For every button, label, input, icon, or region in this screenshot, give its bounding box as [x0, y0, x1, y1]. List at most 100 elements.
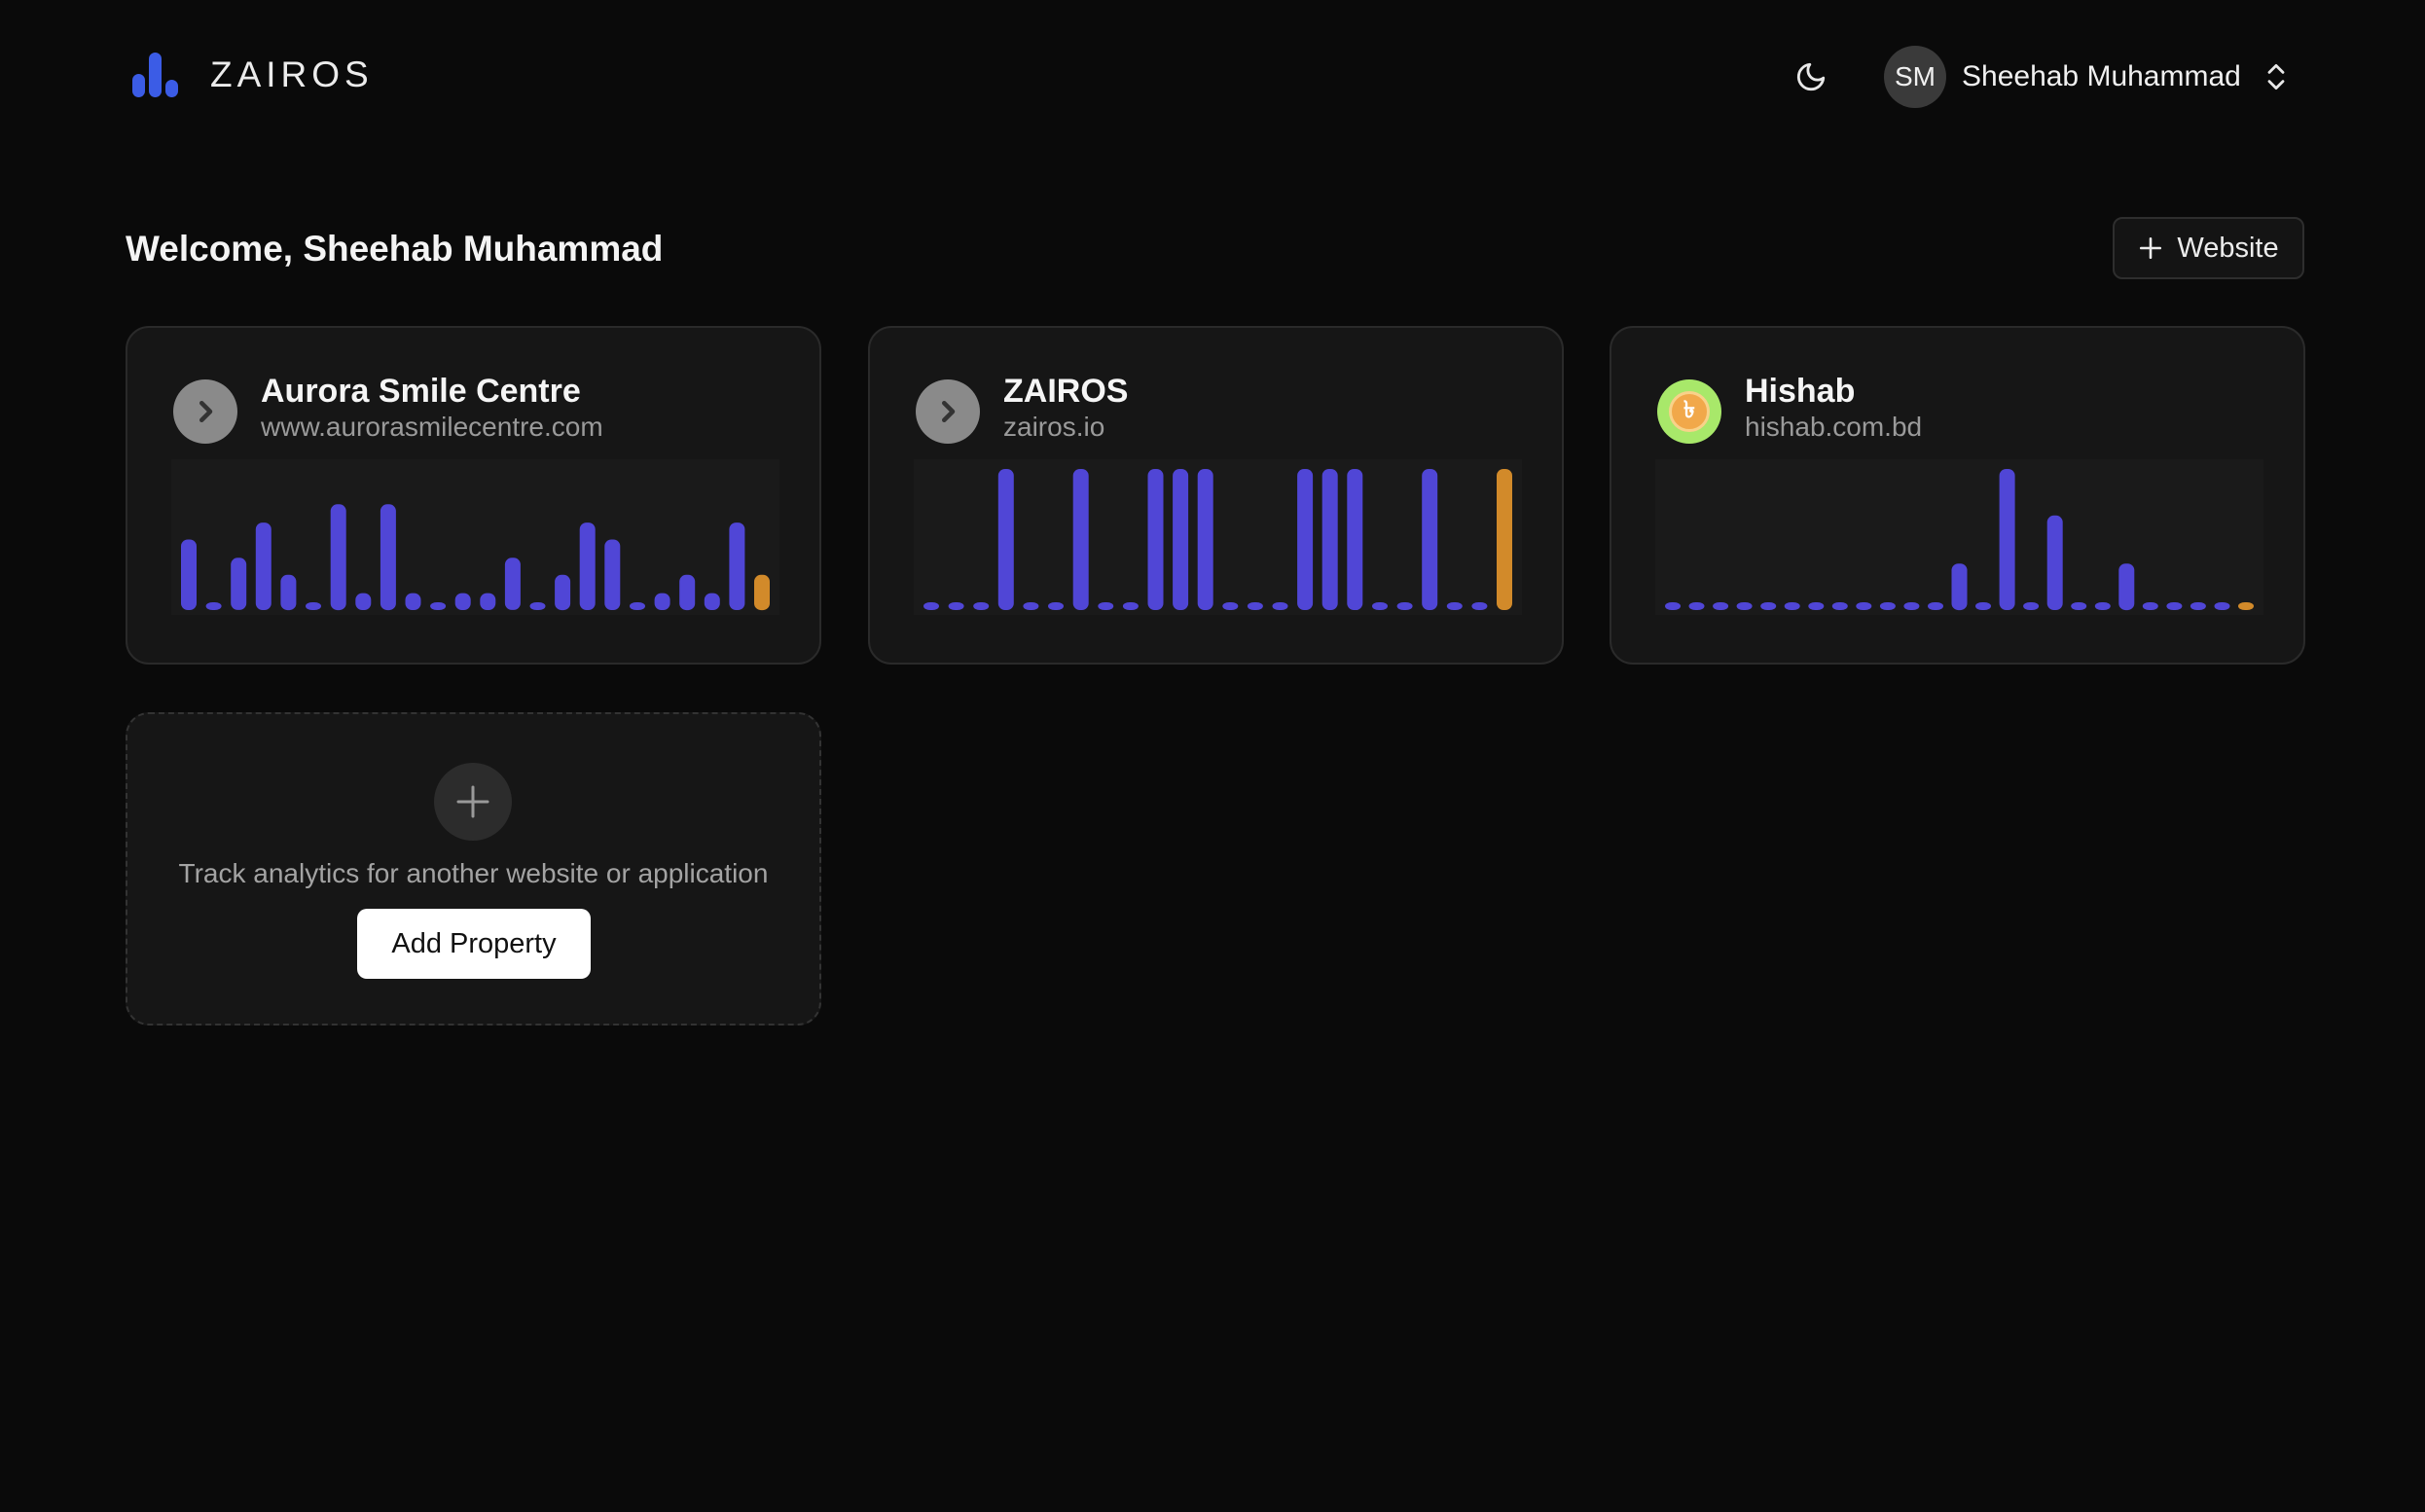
chart-bar[interactable] [2214, 602, 2230, 610]
user-menu[interactable]: SM Sheehab Muhammad [1884, 45, 2290, 109]
chart-bar[interactable] [1760, 602, 1777, 610]
chevron-right-icon [942, 401, 956, 422]
add-property-card: Track analytics for another website or a… [126, 712, 821, 1026]
chart-bar[interactable] [923, 602, 939, 610]
chart-bar[interactable] [1808, 602, 1825, 610]
chart-bar[interactable] [1422, 469, 1438, 610]
chart-bar[interactable] [1197, 469, 1213, 610]
chart-bar[interactable] [280, 574, 297, 611]
chart-bar[interactable] [579, 522, 596, 610]
add-property-button[interactable]: Add Property [357, 909, 591, 979]
chart-bar[interactable] [2142, 602, 2158, 610]
chart-bar[interactable] [1372, 602, 1388, 610]
chart-bar[interactable] [1098, 602, 1114, 610]
add-website-label: Website [2177, 232, 2279, 264]
chart-bar[interactable] [405, 593, 421, 610]
chart-bar[interactable] [480, 593, 496, 610]
chevrons-up-down-icon [2267, 63, 2285, 90]
chart-bar[interactable] [1446, 602, 1463, 610]
chart-bar[interactable] [997, 469, 1014, 610]
chart-bar[interactable] [973, 602, 990, 610]
property-name: Aurora Smile Centre [261, 373, 581, 410]
plus-icon [456, 785, 489, 818]
chart-bar[interactable] [1347, 469, 1363, 610]
top-header: ZAIROS SM Sheehab Muhammad [0, 0, 2425, 156]
property-domain: www.aurorasmilecentre.com [261, 412, 603, 442]
chart-bar[interactable] [330, 504, 346, 611]
chart-bar[interactable] [1784, 602, 1800, 610]
chart-bar[interactable] [1321, 469, 1338, 610]
chart-bar[interactable] [1247, 602, 1263, 610]
chart-bar[interactable] [255, 522, 271, 610]
chart-bar[interactable] [205, 602, 222, 610]
chart-bar[interactable] [1688, 602, 1705, 610]
moon-icon [1796, 62, 1826, 91]
chart-bar[interactable] [1297, 469, 1314, 610]
plus-icon [2140, 236, 2162, 260]
chart-bar[interactable] [630, 602, 645, 610]
chart-bar[interactable] [181, 539, 197, 611]
chart-bar[interactable] [2118, 563, 2135, 611]
chart-bar[interactable] [430, 602, 447, 610]
coin-icon: ৳ [1669, 391, 1710, 432]
add-circle[interactable] [434, 763, 512, 841]
chart-bar[interactable] [355, 593, 372, 610]
property-name: Hishab [1745, 373, 1856, 410]
favicon: ৳ [1657, 379, 1721, 444]
chart-bar-current[interactable] [2238, 602, 2254, 610]
property-card-zairos[interactable]: ZAIROS zairos.io [868, 326, 1564, 665]
chart-bar[interactable] [1856, 602, 1872, 610]
chart-bar[interactable] [1072, 469, 1089, 610]
property-card-hishab[interactable]: ৳ Hishab hishab.com.bd [1610, 326, 2305, 665]
chart-bar[interactable] [948, 602, 964, 610]
favicon [173, 379, 237, 444]
chart-bar[interactable] [1023, 602, 1039, 610]
chart-bar-current[interactable] [754, 574, 770, 611]
chart-bar[interactable] [1173, 469, 1189, 610]
chart-bar[interactable] [1951, 563, 1968, 611]
chart-bar[interactable] [306, 602, 321, 610]
chart-bar[interactable] [529, 602, 546, 610]
chart-bar[interactable] [1903, 602, 1920, 610]
chart-bar[interactable] [2094, 602, 2111, 610]
chart-bar[interactable] [1736, 602, 1753, 610]
chart-bar[interactable] [2046, 515, 2063, 610]
chart-bar[interactable] [1999, 469, 2015, 610]
avatar: SM [1884, 46, 1946, 108]
property-name: ZAIROS [1003, 373, 1129, 410]
chart-bar[interactable] [679, 574, 696, 611]
chart-bar[interactable] [1048, 602, 1064, 610]
property-card-aurora[interactable]: Aurora Smile Centre www.aurorasmilecentr… [126, 326, 821, 665]
chart-bar[interactable] [2190, 602, 2206, 610]
chart-bar[interactable] [654, 593, 670, 610]
property-domain: zairos.io [1003, 412, 1105, 442]
chart-bar[interactable] [555, 574, 571, 611]
chart-bar[interactable] [1713, 602, 1729, 610]
add-website-button[interactable]: Website [2113, 217, 2304, 279]
chart-bar[interactable] [454, 593, 471, 610]
chart-bar[interactable] [1272, 602, 1288, 610]
chart-bar[interactable] [1471, 602, 1488, 610]
chart-bar[interactable] [1222, 602, 1239, 610]
chart-bar-current[interactable] [1497, 469, 1512, 610]
chart-bar[interactable] [2166, 602, 2183, 610]
brand-name[interactable]: ZAIROS [210, 54, 374, 95]
chart-bar[interactable] [1665, 602, 1681, 610]
chart-bar[interactable] [2071, 602, 2087, 610]
chart-bar[interactable] [1831, 602, 1848, 610]
chart-bar[interactable] [1122, 602, 1139, 610]
theme-toggle-button[interactable] [1789, 54, 1833, 99]
chart-bar[interactable] [1879, 602, 1896, 610]
chart-bar[interactable] [729, 522, 745, 610]
chart-bar[interactable] [380, 504, 396, 611]
chart-bar[interactable] [504, 558, 521, 610]
chart-bar[interactable] [1928, 602, 1943, 610]
chart-bar[interactable] [604, 539, 621, 611]
chart-bar[interactable] [704, 593, 720, 610]
chart-bar[interactable] [1396, 602, 1413, 610]
chart-bar[interactable] [231, 558, 247, 610]
chart-bar[interactable] [1975, 602, 1991, 610]
chart-bar[interactable] [1147, 469, 1164, 610]
logo-icon[interactable] [130, 53, 181, 97]
chart-bar[interactable] [2023, 602, 2040, 610]
